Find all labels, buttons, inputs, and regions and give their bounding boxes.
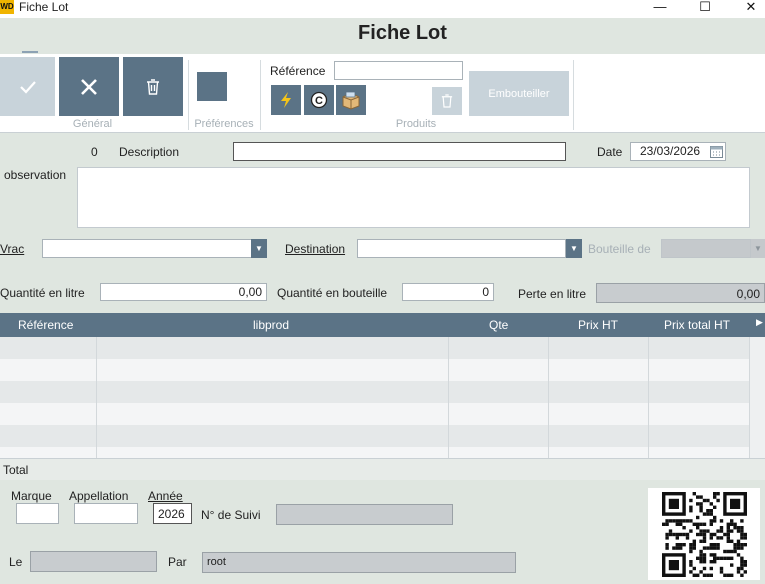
chevron-down-icon: ▼ bbox=[754, 244, 762, 253]
table-row[interactable] bbox=[0, 425, 749, 447]
table-row[interactable] bbox=[0, 359, 749, 381]
qte-litre-label: Quantité en litre bbox=[0, 286, 85, 300]
column-divider bbox=[648, 337, 649, 458]
vrac-select[interactable] bbox=[42, 239, 252, 258]
column-divider bbox=[96, 337, 97, 458]
date-value: 23/03/2026 bbox=[640, 144, 701, 158]
vrac-label: Vrac bbox=[0, 242, 25, 256]
cancel-button[interactable] bbox=[59, 57, 119, 116]
minimize-button[interactable]: — bbox=[640, 0, 680, 16]
check-icon bbox=[19, 80, 36, 94]
appellation-label: Appellation bbox=[69, 489, 129, 503]
observation-label: observation bbox=[4, 168, 67, 182]
annee-label: Année bbox=[148, 489, 183, 503]
validate-button[interactable] bbox=[0, 57, 55, 116]
reference-label: Référence bbox=[270, 64, 326, 78]
header-divider bbox=[22, 51, 38, 53]
page-title: Fiche Lot bbox=[358, 22, 447, 44]
counter-value: 0 bbox=[91, 145, 98, 159]
marque-input[interactable] bbox=[16, 503, 59, 524]
description-input[interactable] bbox=[233, 142, 566, 161]
suivi-label: N° de Suivi bbox=[201, 508, 261, 522]
table-row[interactable] bbox=[0, 403, 749, 425]
qte-bouteille-input[interactable] bbox=[402, 283, 494, 301]
destination-dropdown-button[interactable]: ▼ bbox=[566, 239, 582, 258]
column-divider bbox=[548, 337, 549, 458]
marque-label: Marque bbox=[11, 489, 52, 503]
le-label: Le bbox=[9, 555, 23, 569]
table-body[interactable] bbox=[0, 337, 749, 458]
lightning-icon bbox=[281, 92, 291, 108]
copyright-button[interactable]: C bbox=[304, 85, 334, 115]
column-header-libprod[interactable]: libprod bbox=[253, 318, 289, 332]
calendar-icon[interactable] bbox=[710, 145, 723, 158]
embouteiller-button[interactable]: Embouteiller bbox=[469, 71, 569, 116]
box-icon bbox=[342, 91, 360, 110]
par-label: Par bbox=[168, 555, 187, 569]
observation-textarea[interactable] bbox=[77, 167, 750, 228]
date-field[interactable]: 23/03/2026 bbox=[630, 142, 726, 161]
qr-code bbox=[648, 488, 760, 580]
date-label: Date bbox=[597, 145, 623, 159]
group-separator bbox=[573, 60, 574, 130]
chevron-down-icon: ▼ bbox=[570, 244, 578, 253]
qte-litre-input[interactable] bbox=[100, 283, 267, 301]
appellation-input[interactable] bbox=[74, 503, 138, 524]
total-row bbox=[0, 458, 765, 480]
app-logo-icon: WD bbox=[0, 0, 14, 14]
group-label-preferences: Préférences bbox=[194, 118, 254, 130]
reference-input[interactable] bbox=[334, 61, 463, 80]
column-header-reference[interactable]: Référence bbox=[18, 318, 73, 332]
delete-product-button[interactable] bbox=[432, 87, 462, 115]
perte-value: 0,00 bbox=[596, 283, 765, 303]
table-row[interactable] bbox=[0, 381, 749, 403]
preferences-button[interactable] bbox=[197, 72, 227, 101]
chevron-down-icon: ▼ bbox=[255, 244, 263, 253]
le-value bbox=[30, 551, 157, 572]
suivi-value bbox=[276, 504, 453, 525]
column-header-qte[interactable]: Qte bbox=[489, 318, 508, 332]
qr-code-icon bbox=[662, 492, 747, 577]
trash-icon bbox=[441, 94, 453, 108]
box-button[interactable] bbox=[336, 85, 366, 115]
column-divider bbox=[448, 337, 449, 458]
close-window-button[interactable]: ✕ bbox=[731, 0, 765, 16]
description-label: Description bbox=[119, 145, 180, 159]
qte-bouteille-label: Quantité en bouteille bbox=[277, 286, 388, 300]
perte-label: Perte en litre bbox=[518, 287, 587, 301]
close-icon bbox=[81, 78, 97, 95]
annee-input[interactable] bbox=[153, 503, 192, 524]
group-label-produits: Produits bbox=[395, 118, 437, 130]
table-scrollbar[interactable] bbox=[749, 337, 765, 458]
bouteille-label: Bouteille de bbox=[588, 242, 651, 256]
window-title: Fiche Lot bbox=[19, 0, 69, 14]
trash-icon bbox=[147, 78, 159, 95]
par-value: root bbox=[202, 552, 516, 573]
copyright-icon: C bbox=[310, 91, 328, 109]
group-label-general: Général bbox=[72, 118, 113, 130]
column-header-prix-total-ht[interactable]: Prix total HT bbox=[664, 318, 730, 332]
scroll-right-icon[interactable]: ▶ bbox=[756, 317, 763, 328]
destination-select[interactable] bbox=[357, 239, 566, 258]
total-label: Total bbox=[3, 463, 29, 477]
table-row[interactable] bbox=[0, 447, 749, 458]
maximize-button[interactable]: ☐ bbox=[685, 0, 725, 16]
vrac-dropdown-button[interactable]: ▼ bbox=[251, 239, 267, 258]
table-row[interactable] bbox=[0, 337, 749, 359]
bouteille-select bbox=[661, 239, 751, 258]
lightning-button[interactable] bbox=[271, 85, 301, 115]
svg-text:C: C bbox=[315, 95, 323, 107]
table-header bbox=[0, 313, 765, 337]
delete-button[interactable] bbox=[123, 57, 183, 116]
destination-label: Destination bbox=[285, 242, 346, 256]
column-header-prix-ht[interactable]: Prix HT bbox=[578, 318, 618, 332]
bouteille-dropdown-button: ▼ bbox=[751, 239, 765, 258]
